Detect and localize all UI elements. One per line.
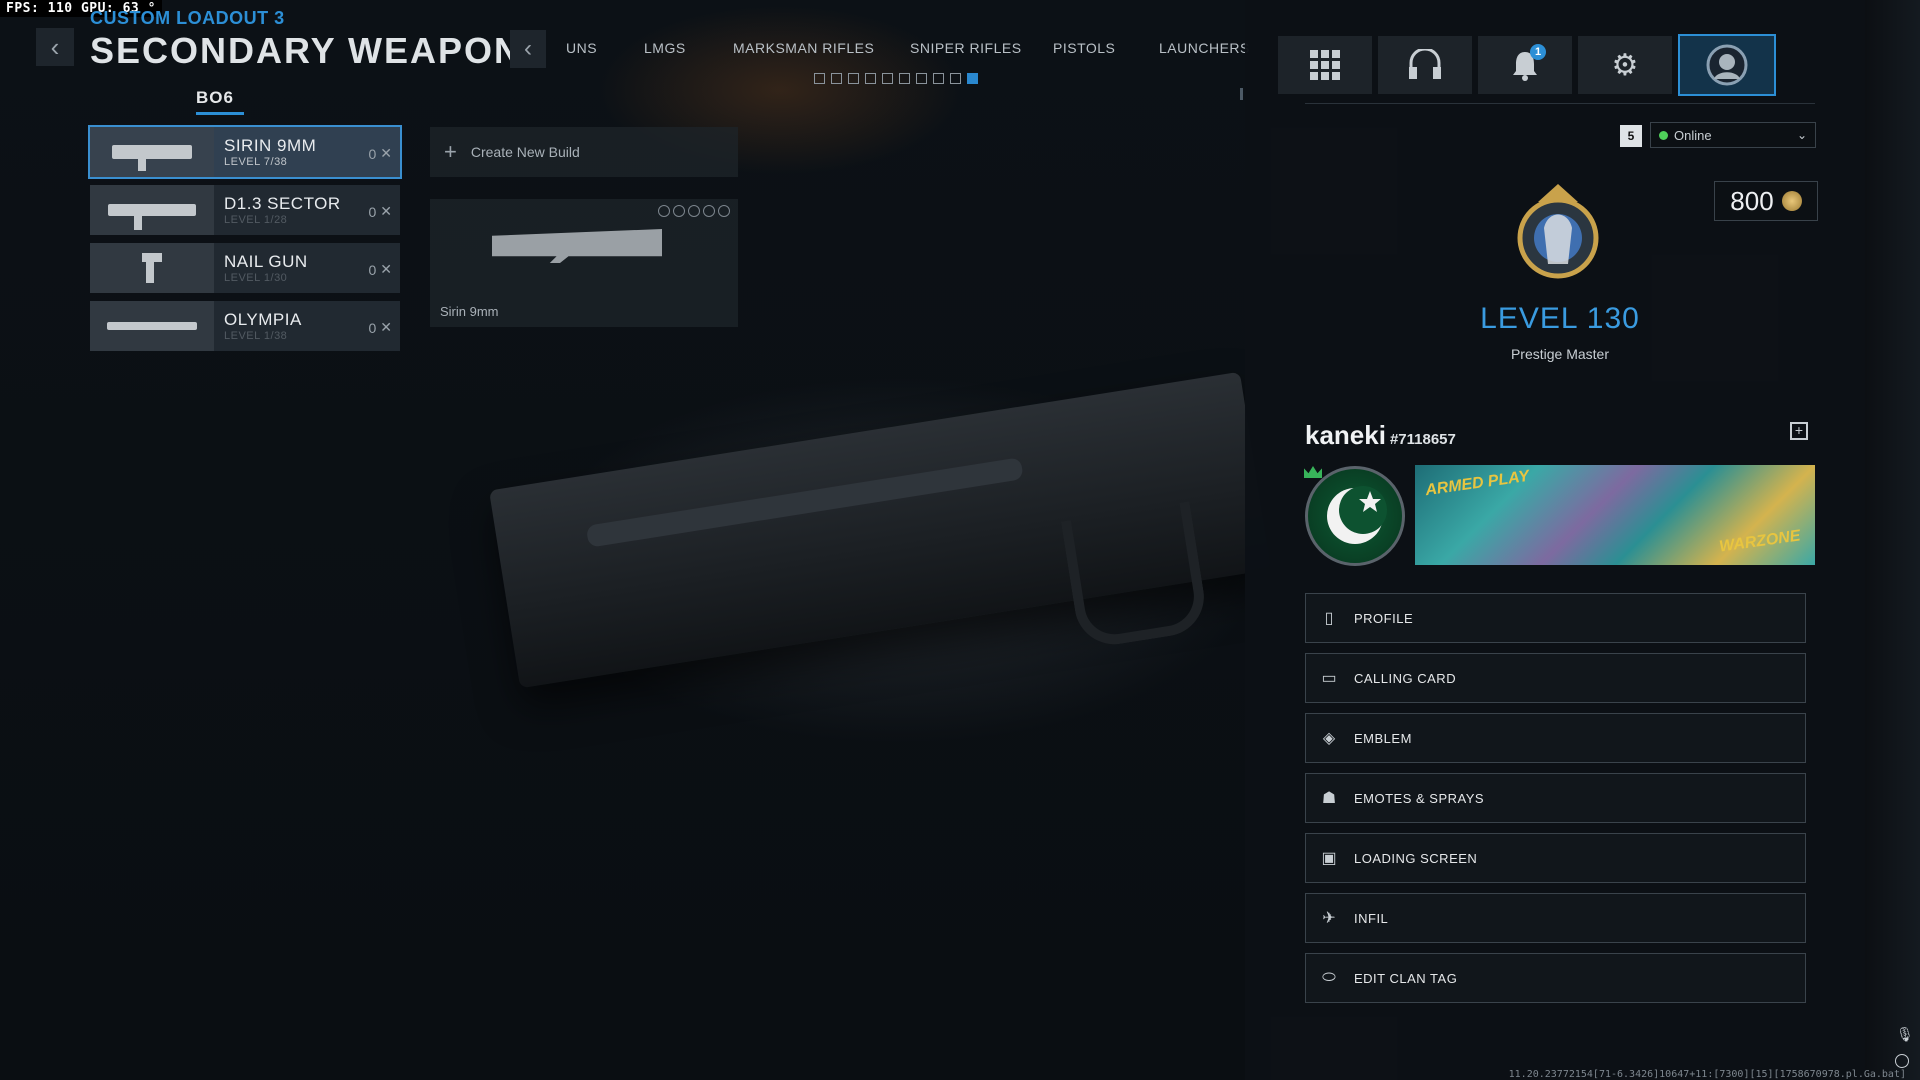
avatar-icon bbox=[1706, 44, 1748, 86]
weapon-category-tabs: UNS LMGS MARKSMAN RIFLES SNIPER RIFLES P… bbox=[566, 40, 1249, 56]
weapon-thumbnail bbox=[90, 301, 214, 351]
scroll-indicator bbox=[1240, 88, 1243, 100]
fps-value: 110 bbox=[47, 1, 73, 16]
build-weapon-image bbox=[492, 229, 662, 263]
tab-marksman-rifles[interactable]: MARKSMAN RIFLES bbox=[733, 40, 910, 56]
menu-item-edit-clan-tag[interactable]: ⬭ EDIT CLAN TAG bbox=[1305, 953, 1806, 1003]
profile-icon: ▯ bbox=[1324, 610, 1334, 627]
weapon-list: SIRIN 9MM LEVEL 7/38 0 ✕ D1.3 SECTOR LEVEL … bbox=[88, 125, 402, 359]
weapon-thumbnail bbox=[90, 127, 214, 177]
player-level: LEVEL 130 bbox=[1480, 302, 1640, 335]
cod-points-coin-icon bbox=[1781, 191, 1802, 211]
crossed-guns-icon: ✕ bbox=[380, 203, 392, 219]
player-emblem[interactable] bbox=[1305, 466, 1405, 566]
loading-screen-icon: ▣ bbox=[1321, 850, 1337, 867]
online-dot-icon bbox=[1659, 130, 1668, 140]
build-card[interactable]: Sirin 9mm bbox=[430, 199, 738, 327]
headset-icon bbox=[1409, 49, 1441, 79]
category-page-indicator bbox=[814, 73, 978, 84]
build-name: Sirin 9mm bbox=[440, 304, 499, 319]
chevron-left-icon: ‹ bbox=[50, 31, 60, 62]
add-to-list-icon[interactable]: + bbox=[1790, 422, 1808, 440]
create-build-label: Create New Build bbox=[470, 144, 580, 160]
chevron-down-icon: ⌄ bbox=[1796, 128, 1807, 142]
weapon-item-nail-gun[interactable]: NAIL GUN LEVEL 1/30 0 ✕ bbox=[90, 243, 400, 293]
chevron-left-icon: ‹ bbox=[524, 35, 532, 62]
weapon-item-olympia[interactable]: OLYMPIA LEVEL 1/38 0 ✕ bbox=[90, 301, 400, 351]
profile-button[interactable] bbox=[1678, 34, 1776, 96]
menu-item-loading-screen[interactable]: ▣ LOADING SCREEN bbox=[1305, 833, 1806, 883]
menu-grid-button[interactable] bbox=[1278, 36, 1372, 94]
crossed-guns-icon: ✕ bbox=[380, 261, 392, 277]
build-version-string: 11.20.23772154[71-6.3426]10647+11:[7300]… bbox=[1508, 1069, 1906, 1080]
attachment-slots-indicator bbox=[658, 205, 730, 217]
grid-icon bbox=[1310, 50, 1340, 80]
crossed-guns-icon: ✕ bbox=[380, 319, 392, 335]
cod-points-value: 800 bbox=[1730, 185, 1774, 216]
category-prev-button[interactable]: ‹ bbox=[510, 30, 546, 68]
menu-item-emblem[interactable]: ◈ EMBLEM bbox=[1305, 713, 1806, 763]
card-text: ARMED PLAY bbox=[1424, 467, 1531, 500]
status-label: Online bbox=[1674, 127, 1712, 143]
social-button[interactable] bbox=[1378, 36, 1472, 94]
menu-item-emotes-sprays[interactable]: ☗ EMOTES & SPRAYS bbox=[1305, 773, 1806, 823]
calling-card-icon: ▭ bbox=[1321, 670, 1337, 687]
tab-sniper-rifles[interactable]: SNIPER RIFLES bbox=[910, 40, 1053, 56]
tab-underline bbox=[196, 112, 244, 115]
prestige-rank: Prestige Master bbox=[1510, 346, 1610, 362]
weapon-build-count: 0 ✕ bbox=[368, 145, 392, 162]
divider bbox=[1305, 103, 1815, 104]
menu-item-profile[interactable]: ▯ PROFILE bbox=[1305, 593, 1806, 643]
crescent-star-icon bbox=[1327, 486, 1387, 544]
breadcrumb: CUSTOM LOADOUT 3 bbox=[90, 8, 285, 28]
weapon-build-count: 0 ✕ bbox=[368, 203, 392, 220]
notification-badge: 1 bbox=[1530, 44, 1546, 60]
microphone-icon: 🎙 bbox=[1896, 1026, 1914, 1042]
emblem-icon: ◈ bbox=[1322, 730, 1336, 747]
plus-icon: + bbox=[444, 139, 457, 164]
clan-tag-icon: ⬭ bbox=[1322, 969, 1336, 986]
weapon-thumbnail bbox=[90, 185, 214, 235]
tab-lmgs[interactable]: LMGS bbox=[644, 40, 733, 56]
create-new-build-button[interactable]: + Create New Build bbox=[430, 127, 738, 177]
tab-category[interactable]: UNS bbox=[566, 40, 644, 56]
infil-icon: ✈ bbox=[1322, 910, 1336, 927]
party-size-badge: 5 bbox=[1620, 125, 1642, 147]
voice-status-icon bbox=[1895, 1054, 1909, 1068]
prestige-emblem-icon bbox=[1505, 178, 1610, 288]
menu-item-infil[interactable]: ✈ INFIL bbox=[1305, 893, 1806, 943]
gear-icon: ⚙ bbox=[1611, 48, 1639, 82]
calling-card-banner[interactable]: ARMED PLAY WARZONE bbox=[1415, 465, 1815, 565]
weapon-thumbnail bbox=[90, 243, 214, 293]
weapon-build-count: 0 ✕ bbox=[368, 319, 392, 336]
weapon-build-count: 0 ✕ bbox=[368, 261, 392, 278]
tab-pistols[interactable]: PISTOLS bbox=[1053, 40, 1159, 56]
cod-points-display[interactable]: 800 bbox=[1714, 181, 1818, 221]
username: kaneki bbox=[1305, 420, 1386, 450]
tab-bo6[interactable]: BO6 bbox=[196, 88, 234, 108]
panel-edge bbox=[1865, 0, 1920, 1080]
emotes-icon: ☗ bbox=[1321, 790, 1337, 807]
online-status-dropdown[interactable]: Online ⌄ bbox=[1650, 122, 1816, 148]
tab-launchers[interactable]: LAUNCHERS bbox=[1159, 40, 1249, 56]
player-name: kaneki #7118657 bbox=[1305, 420, 1456, 451]
card-text: WARZONE bbox=[1718, 527, 1802, 556]
weapon-item-sirin-9mm[interactable]: SIRIN 9MM LEVEL 7/38 0 ✕ bbox=[88, 125, 402, 179]
notifications-button[interactable]: 1 bbox=[1478, 36, 1572, 94]
weapon-item-d13-sector[interactable]: D1.3 SECTOR LEVEL 1/28 0 ✕ bbox=[90, 185, 400, 235]
profile-menu: ▯ PROFILE ▭ CALLING CARD ◈ EMBLEM ☗ EMOTES &… bbox=[1305, 593, 1806, 1013]
settings-button[interactable]: ⚙ bbox=[1578, 36, 1672, 94]
menu-item-calling-card[interactable]: ▭ CALLING CARD bbox=[1305, 653, 1806, 703]
user-tag: #7118657 bbox=[1389, 431, 1456, 448]
back-button[interactable]: ‹ bbox=[36, 28, 74, 66]
page-title: SECONDARY WEAPON bbox=[90, 30, 523, 71]
crossed-guns-icon: ✕ bbox=[380, 145, 392, 161]
